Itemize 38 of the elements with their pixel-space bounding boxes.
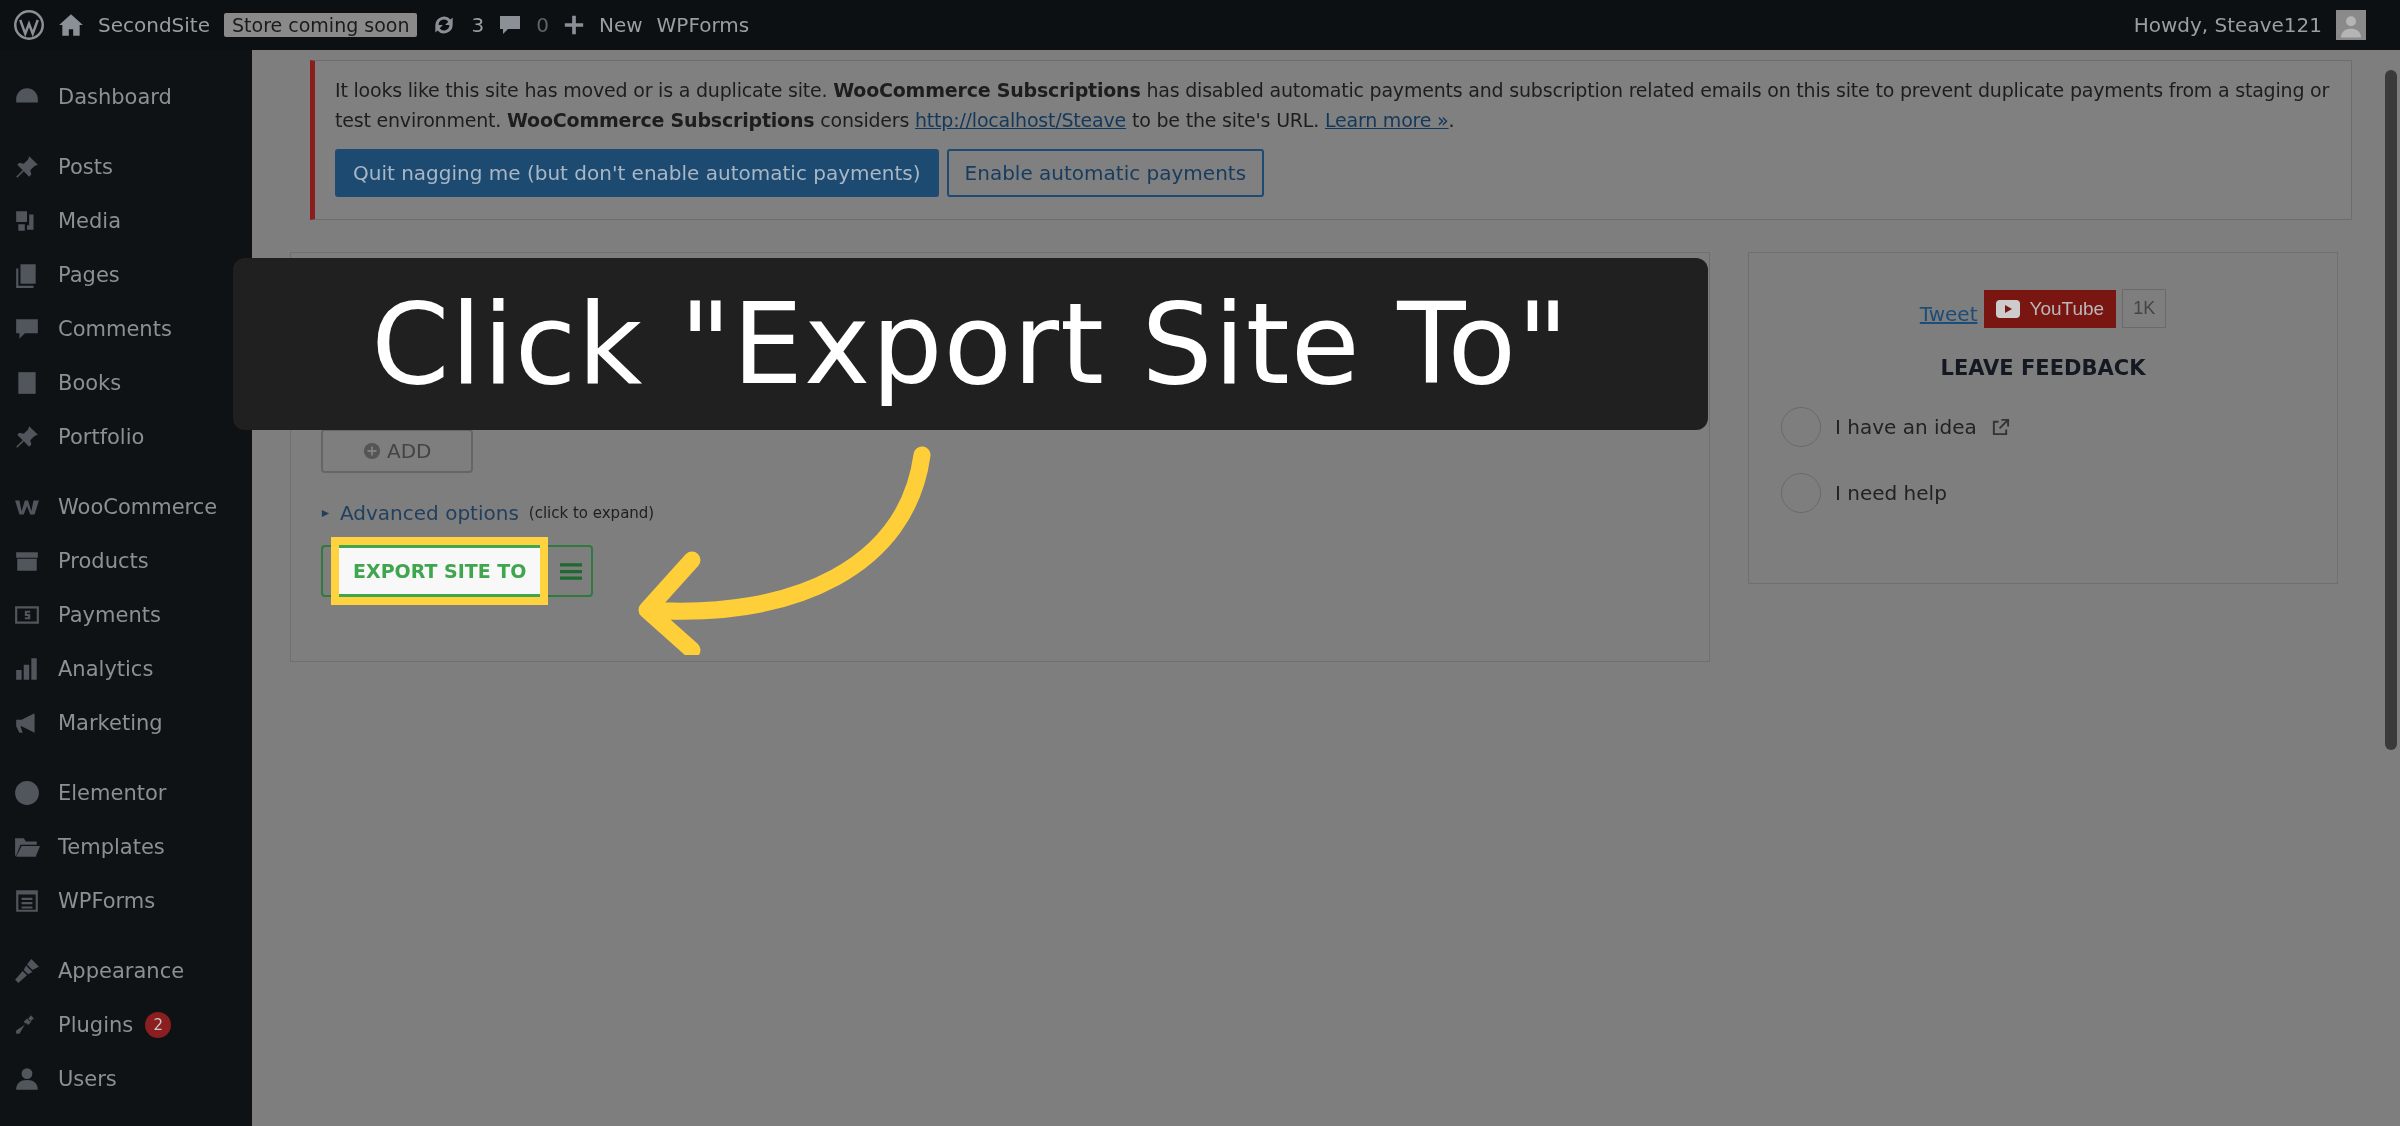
- sidebar-item[interactable]: Marketing: [58, 711, 163, 735]
- sidebar-item[interactable]: Portfolio: [58, 425, 145, 449]
- comments-count[interactable]: 0: [536, 13, 549, 37]
- sidebar-item[interactable]: Plugins: [58, 1013, 134, 1037]
- updates-count[interactable]: 3: [471, 13, 485, 37]
- sidebar-item[interactable]: Pages: [58, 263, 120, 287]
- sidebar-item[interactable]: Posts: [58, 155, 113, 179]
- export-site-to-button[interactable]: EXPORT SITE TO: [339, 545, 541, 597]
- site-url-link[interactable]: http://localhost/Steave: [915, 109, 1127, 131]
- quit-nagging-button[interactable]: Quit nagging me (but don't enable automatic payments): [335, 149, 939, 197]
- learn-more-link[interactable]: Learn more »: [1324, 109, 1449, 131]
- sidebar-item[interactable]: Media: [58, 209, 122, 233]
- sidebar-item[interactable]: Comments: [58, 317, 172, 341]
- sidebar-item[interactable]: WooCommerce: [58, 495, 218, 519]
- new-menu[interactable]: New: [598, 13, 643, 37]
- sidebar-item[interactable]: Appearance: [58, 959, 185, 983]
- youtube-button[interactable]: YouTube: [1983, 289, 2117, 328]
- sidebar-item[interactable]: Elementor: [58, 781, 167, 805]
- sidebar-item[interactable]: Templates: [58, 835, 165, 859]
- sidebar-item[interactable]: Dashboard: [58, 85, 172, 109]
- sidebar-item[interactable]: WPForms: [58, 889, 156, 913]
- store-status-badge: Store coming soon: [224, 13, 418, 37]
- user-greeting[interactable]: Howdy, Steave121: [2133, 13, 2322, 37]
- notice-text: It looks like this site has moved or is a duplicate site. WooCommerce Subscriptions has disabled automatic payments and subscription related emails on this site to prevent duplicate payments from a staging or test environment. WooCommerce Subscriptions considers http://localhost/Steave to be the site's URL. Learn more ».: [335, 78, 2331, 133]
- feedback-option[interactable]: I have an idea: [1835, 415, 1977, 439]
- sidebar-item[interactable]: Books: [58, 371, 122, 395]
- feedback-heading: LEAVE FEEDBACK: [1940, 356, 2146, 380]
- wpforms-menu[interactable]: WPForms: [656, 13, 750, 37]
- sidebar-item[interactable]: Products: [58, 549, 149, 573]
- notification-count: 2: [145, 1012, 172, 1038]
- subscriber-count: 1K: [2122, 289, 2167, 328]
- sidebar-item[interactable]: Analytics: [58, 657, 154, 681]
- instruction-text: Click "Export Site To": [371, 279, 1570, 409]
- advanced-hint: (click to expand): [528, 504, 655, 522]
- feedback-option[interactable]: I need help: [1835, 481, 1947, 505]
- site-name-link[interactable]: SecondSite: [98, 13, 210, 37]
- sidebar-item[interactable]: Users: [58, 1067, 117, 1091]
- sidebar-item[interactable]: Payments: [58, 603, 161, 627]
